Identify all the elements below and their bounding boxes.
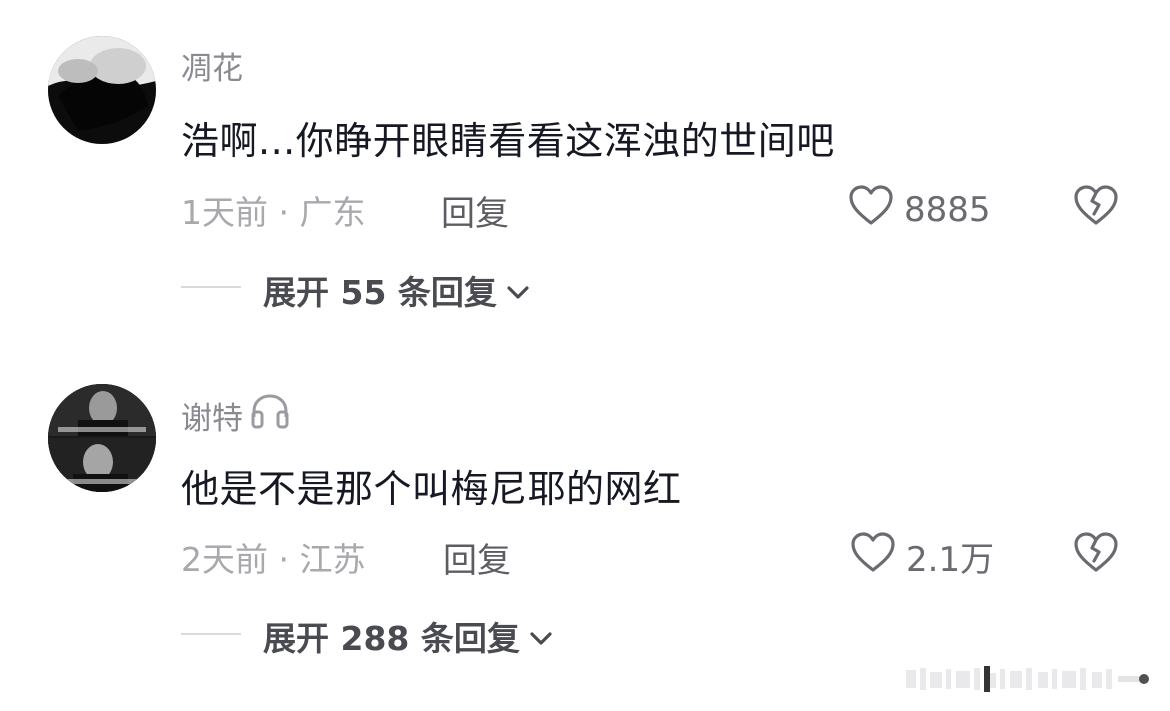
comment-meta: 2天前 · 江苏 <box>181 540 366 579</box>
like-button[interactable]: 2.1万 <box>850 531 994 582</box>
username[interactable]: 凋花 <box>181 43 243 88</box>
chevron-down-icon <box>505 271 531 310</box>
dislike-button[interactable] <box>1073 184 1119 230</box>
like-count: 2.1万 <box>906 540 995 580</box>
dislike-button[interactable] <box>1073 531 1119 577</box>
comment-item: 凋花 浩啊...你睁开眼睛看看这浑浊的世间吧 1天前 · 广东 回复 8885 … <box>0 0 1170 312</box>
comment-meta: 1天前 · 广东 <box>181 193 366 232</box>
broken-heart-icon <box>1073 185 1119 230</box>
comment-text: 浩啊...你睁开眼睛看看这浑浊的世间吧 <box>181 119 835 163</box>
divider <box>181 633 241 635</box>
headphones-icon <box>249 391 291 439</box>
avatar[interactable] <box>48 36 156 144</box>
comment-text: 他是不是那个叫梅尼耶的网红 <box>181 467 682 511</box>
expand-replies-button[interactable]: 展开 288 条回复 <box>263 612 554 660</box>
expand-replies-button[interactable]: 展开 55 条回复 <box>263 266 531 314</box>
broken-heart-icon <box>1073 532 1119 577</box>
chevron-down-icon <box>528 617 554 656</box>
username[interactable]: 谢特 <box>181 391 291 439</box>
avatar[interactable] <box>48 384 156 492</box>
like-button[interactable]: 8885 <box>848 184 991 235</box>
like-count: 8885 <box>904 189 991 230</box>
heart-icon <box>848 184 894 235</box>
watermark <box>906 664 1151 694</box>
reply-button[interactable]: 回复 <box>441 186 509 235</box>
divider <box>181 286 241 288</box>
comment-item: 谢特 他是不是那个叫梅尼耶的网红 2天前 · 江苏 回复 2.1万 展开 288… <box>0 346 1170 658</box>
reply-button[interactable]: 回复 <box>443 533 511 582</box>
heart-icon <box>850 531 896 582</box>
